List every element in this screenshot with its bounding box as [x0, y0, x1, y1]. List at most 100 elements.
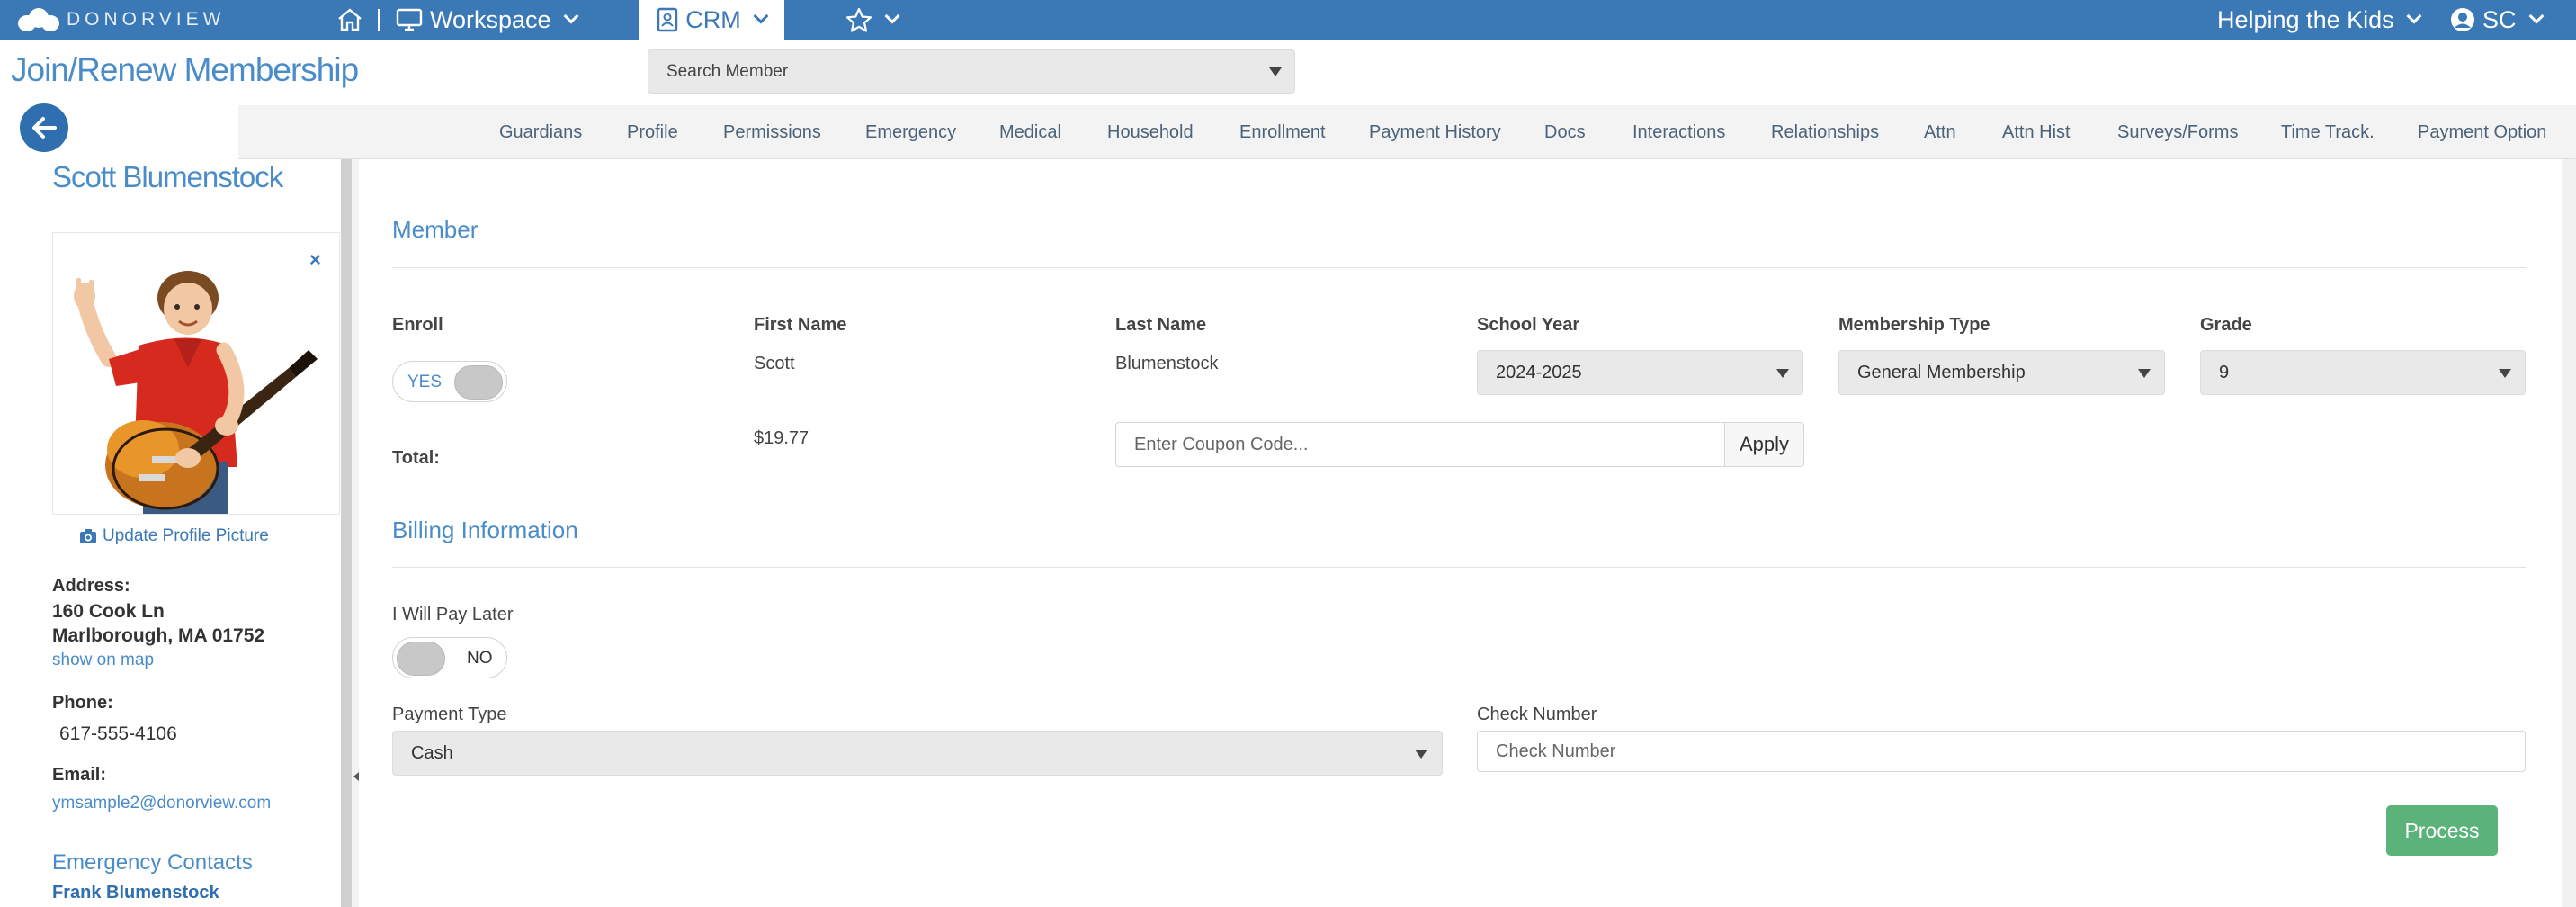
show-on-map-link[interactable]: show on map [52, 651, 154, 670]
tab-profile[interactable]: Profile [627, 105, 678, 159]
last-name-value: Blumenstock [1115, 354, 1219, 373]
pay-later-toggle[interactable]: NO [392, 637, 507, 678]
school-year-value: 2024-2025 [1496, 362, 1582, 382]
dropdown-arrow-icon [2499, 369, 2511, 378]
tab-emergency[interactable]: Emergency [865, 105, 956, 159]
chevron-down-icon [563, 8, 579, 24]
address-line2: Marlborough, MA 01752 [52, 625, 265, 646]
grade-select[interactable]: 9 [2200, 350, 2526, 395]
organization-label: Helping the Kids [2217, 5, 2394, 33]
enroll-toggle-text: YES [407, 373, 443, 391]
school-year-label: School Year [1477, 315, 1580, 335]
user-initials: SC [2482, 5, 2517, 33]
check-number-placeholder: Check Number [1496, 741, 1616, 761]
content-scrollbar[interactable] [2562, 159, 2576, 907]
school-year-select[interactable]: 2024-2025 [1477, 350, 1803, 395]
process-button[interactable]: Process [2386, 805, 2498, 856]
pay-later-label: I Will Pay Later [392, 605, 514, 624]
favorites-menu[interactable] [845, 0, 900, 40]
back-button[interactable] [20, 103, 68, 152]
dropdown-arrow-icon [1269, 67, 1282, 76]
phone-value: 617-555-4106 [59, 723, 177, 744]
tab-attn-hist[interactable]: Attn Hist [2002, 105, 2071, 159]
chevron-down-icon [753, 8, 769, 24]
sidebar-collapse-handle[interactable] [352, 159, 359, 907]
coupon-code-placeholder: Enter Coupon Code... [1134, 434, 1309, 454]
monitor-icon [396, 8, 423, 31]
grade-label: Grade [2200, 315, 2252, 335]
remove-photo-button[interactable]: × [309, 248, 321, 272]
workspace-label: Workspace [430, 5, 551, 33]
home-button[interactable] [336, 0, 363, 40]
phone-label: Phone: [52, 693, 113, 713]
membership-type-select[interactable]: General Membership [1838, 350, 2165, 395]
contact-card-icon [657, 7, 678, 32]
first-name-label: First Name [754, 315, 847, 335]
tab-enrollment[interactable]: Enrollment [1239, 105, 1326, 159]
tab-household[interactable]: Household [1107, 105, 1194, 159]
emergency-contact-link[interactable]: Frank Blumenstock [52, 883, 219, 903]
user-menu[interactable]: SC [2450, 0, 2545, 40]
crm-label: CRM [685, 5, 741, 33]
collapse-left-icon[interactable] [353, 772, 359, 781]
tab-interactions[interactable]: Interactions [1632, 105, 1725, 159]
chevron-down-icon [884, 8, 900, 24]
apply-coupon-button[interactable]: Apply [1725, 422, 1804, 467]
pay-later-toggle-text: NO [467, 649, 493, 668]
search-member-select[interactable]: Search Member [648, 49, 1295, 94]
tab-docs[interactable]: Docs [1544, 105, 1586, 159]
logo-text: DONORVIEW [67, 9, 226, 30]
chevron-down-icon [2406, 8, 2422, 24]
profile-photo [52, 232, 340, 515]
organization-menu[interactable]: Helping the Kids [2217, 0, 2422, 40]
tab-permissions[interactable]: Permissions [723, 105, 821, 159]
crm-menu[interactable]: CRM [639, 0, 784, 40]
membership-type-label: Membership Type [1838, 315, 1990, 335]
check-number-input[interactable]: Check Number [1477, 731, 2526, 772]
dropdown-arrow-icon [1415, 750, 1427, 759]
workspace-menu[interactable]: Workspace [396, 0, 579, 40]
home-icon [338, 8, 362, 31]
dropdown-arrow-icon [2138, 369, 2151, 378]
top-nav-bar: DONORVIEW Workspace CRM Helping the Kids… [0, 0, 2576, 40]
tab-guardians[interactable]: Guardians [499, 105, 582, 159]
enroll-label: Enroll [392, 315, 443, 335]
tab-medical[interactable]: Medical [999, 105, 1061, 159]
update-profile-picture-label: Update Profile Picture [103, 526, 269, 545]
chevron-down-icon [2528, 8, 2545, 24]
membership-type-value: General Membership [1857, 362, 2026, 382]
address-line1: 160 Cook Ln [52, 601, 165, 622]
logo-cloud-icon [16, 6, 59, 33]
camera-icon [80, 529, 96, 543]
arrow-left-icon [32, 117, 57, 139]
last-name-label: Last Name [1115, 315, 1207, 335]
first-name-value: Scott [754, 354, 795, 373]
update-profile-picture-link[interactable]: Update Profile Picture [79, 526, 269, 546]
nav-divider [378, 0, 380, 40]
dropdown-arrow-icon [1776, 369, 1789, 378]
address-label: Address: [52, 576, 130, 596]
sidebar-scrollbar[interactable] [341, 159, 352, 907]
tab-attn[interactable]: Attn [1924, 105, 1956, 159]
donorview-logo[interactable]: DONORVIEW [16, 5, 225, 34]
enroll-toggle[interactable]: YES [392, 361, 507, 402]
total-value: $19.77 [754, 428, 809, 448]
tab-payment-option[interactable]: Payment Option [2418, 105, 2546, 159]
tab-payment-history[interactable]: Payment History [1369, 105, 1501, 159]
search-member-placeholder: Search Member [666, 61, 789, 81]
payment-type-select[interactable]: Cash [392, 731, 1443, 776]
email-link[interactable]: ymsample2@donorview.com [52, 794, 271, 813]
boy-with-guitar-photo [53, 233, 339, 514]
grade-value: 9 [2219, 362, 2230, 382]
check-number-label: Check Number [1477, 705, 1597, 724]
tab-relationships[interactable]: Relationships [1771, 105, 1879, 159]
tab-surveys-forms[interactable]: Surveys/Forms [2117, 105, 2238, 159]
payment-type-value: Cash [411, 742, 453, 763]
email-label: Email: [52, 765, 107, 785]
toggle-knob [454, 365, 503, 400]
member-divider [392, 267, 2526, 268]
tab-time-track[interactable]: Time Track. [2281, 105, 2375, 159]
star-icon [845, 7, 872, 32]
coupon-code-input[interactable]: Enter Coupon Code... [1115, 422, 1725, 467]
emergency-contacts-heading: Emergency Contacts [52, 850, 253, 875]
